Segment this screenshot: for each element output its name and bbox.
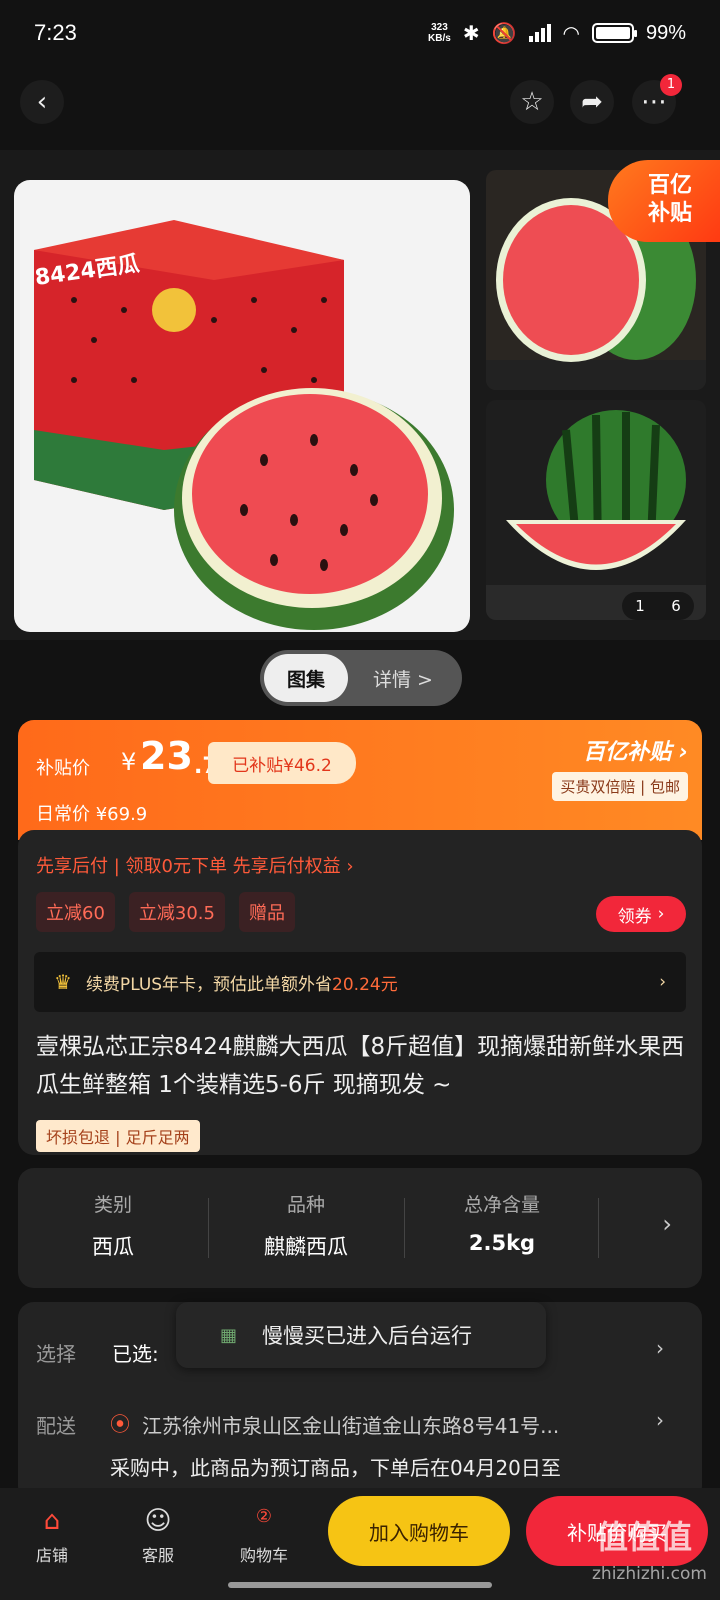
spec-category: 类别 西瓜 (18, 1190, 208, 1261)
plus-membership-bar[interactable]: ♛ 续费PLUS年卡，预估此单额外省 20.24元 › (34, 952, 686, 1012)
spec-net-weight: 总净含量 2.5kg (404, 1190, 600, 1255)
chevron-right-icon: › (659, 972, 666, 992)
chevron-right-icon[interactable]: › (656, 1408, 664, 1432)
get-coupon-button[interactable]: 领券 › (596, 896, 686, 932)
location-pin-icon: ⦿ (110, 1412, 130, 1436)
coupon-label: 领券 (617, 906, 652, 927)
pay-later-link[interactable]: 先享后付 | 领取0元下单 先享后付权益 › (36, 852, 354, 878)
status-icons: 323 KB/s ✱ 🔕 ◠ 99% (428, 21, 686, 46)
price-currency: ¥ (121, 748, 137, 776)
selected-value[interactable]: 已选: (112, 1338, 159, 1367)
bluetooth-icon: ✱ (462, 22, 480, 45)
subsidy-amount: 已补贴¥46.2 (208, 742, 356, 784)
subsidy-badge-line2: 补贴 (647, 201, 692, 226)
customer-service-button[interactable]: ☺ 客服 (118, 1506, 198, 1566)
spec-key: 总净含量 (463, 1194, 540, 1216)
crown-icon: ♛ (54, 970, 72, 994)
brand-guarantee: 买贵双倍赔 | 包邮 (552, 772, 688, 801)
shop-label: 店铺 (35, 1546, 68, 1565)
watermark-url: zhizhizhi.com (592, 1564, 707, 1584)
more-badge: 1 (660, 74, 682, 96)
mute-icon: 🔕 (491, 22, 517, 45)
service-label: 客服 (141, 1546, 174, 1565)
info-arrow-icon: › (678, 740, 688, 765)
chat-icon: ☺ (144, 1506, 172, 1536)
subsidy-badge: 百亿 补贴 (608, 160, 720, 242)
signal-icon (528, 24, 551, 42)
brand-title: 百亿补贴 (583, 740, 672, 765)
spec-key: 类别 (93, 1194, 132, 1216)
subsidy-badge-line1: 百亿 (647, 173, 692, 198)
gallery-thumb-2[interactable] (486, 400, 706, 620)
cart-count-badge: ② (255, 1506, 273, 1527)
shop-button[interactable]: ⌂ 店铺 (12, 1506, 92, 1566)
speed-unit: KB/s (428, 33, 451, 44)
spec-value: 麒麟西瓜 (264, 1235, 348, 1259)
product-gallery[interactable]: 8424西瓜 百亿 补贴 (0, 150, 720, 640)
battery-level: 99% (645, 21, 686, 44)
clock: 7:23 (34, 20, 77, 45)
chevron-right-icon: › (657, 904, 665, 924)
back-icon[interactable]: ‹ (20, 80, 64, 124)
price-label: 补贴价 (36, 758, 90, 779)
specs-card[interactable]: 类别 西瓜 品种 麒麟西瓜 总净含量 2.5kg › (18, 1168, 702, 1288)
plus-text: 续费PLUS年卡，预估此单额外省 (85, 974, 333, 995)
spec-variety: 品种 麒麟西瓜 (208, 1190, 404, 1261)
star-icon[interactable]: ☆ (510, 80, 554, 124)
home-indicator[interactable] (228, 1582, 492, 1588)
wifi-icon: ◠ (562, 22, 580, 45)
select-label: 选择 (36, 1342, 76, 1366)
shop-icon: ⌂ (43, 1506, 61, 1536)
shipping-label: 配送 (36, 1414, 76, 1438)
tab-details[interactable]: 详情 > (348, 665, 458, 692)
gift-chip[interactable]: 赠品 (238, 892, 295, 932)
spec-key: 品种 (286, 1194, 325, 1216)
more-icon[interactable]: ⋯ 1 (632, 74, 682, 124)
add-to-cart-button[interactable]: 加入购物车 (328, 1496, 510, 1566)
share-icon[interactable]: ➦ (570, 80, 614, 124)
promo-card: 先享后付 | 领取0元下单 先享后付权益 › 立减60 立减30.5 赠品 领券… (18, 830, 702, 1155)
chevron-right-icon[interactable]: › (656, 1336, 664, 1360)
discount-chips: 立减60 立减30.5 赠品 (36, 892, 295, 932)
chevron-right-icon[interactable]: › (662, 1210, 672, 1238)
price-integer: 23 (140, 734, 193, 778)
divider (598, 1198, 599, 1258)
spec-value: 西瓜 (92, 1235, 134, 1259)
discount-chip[interactable]: 立减30.5 (128, 892, 225, 932)
top-bar: ‹ ☆ ➦ ⋯ 1 (0, 74, 720, 134)
background-toast: ▦ 慢慢买已进入后台运行 (176, 1302, 546, 1368)
spec-value: 2.5kg (468, 1231, 536, 1255)
toast-text: 慢慢买已进入后台运行 (262, 1324, 472, 1348)
cart-button[interactable]: ② 购物车 (224, 1506, 304, 1566)
network-speed: 323 KB/s (428, 22, 451, 44)
plus-saving: 20.24元 (332, 974, 398, 995)
counter-current: 1 (635, 597, 645, 615)
counter-total: 6 (671, 597, 681, 615)
tab-gallery[interactable]: 图集 (264, 654, 348, 702)
speed-value: 323 (431, 22, 448, 33)
brand-subsidy[interactable]: 百亿补贴 › 买贵双倍赔 | 包邮 (552, 734, 688, 801)
main-product-image[interactable]: 8424西瓜 (14, 180, 470, 632)
cart-label: 购物车 (239, 1546, 288, 1565)
battery-icon (591, 23, 637, 43)
app-icon: ▦ (220, 1324, 238, 1346)
discount-chip[interactable]: 立减60 (36, 892, 115, 932)
image-counter: 1 6 (622, 592, 694, 620)
product-title[interactable]: 壹棵弘芯正宗8424麒麟大西瓜【8斤超值】现摘爆甜新鲜水果西瓜生鲜整箱 1个装精… (36, 1028, 686, 1104)
regular-price: 日常价 ¥69.9 (36, 804, 148, 825)
price-banner: 补贴价 ¥ 23 .7 已补贴¥46.2 日常价 ¥69.9 百亿补贴 › 买贵… (18, 720, 702, 840)
gallery-detail-switch: 图集 详情 > (260, 650, 462, 706)
presale-notice: 采购中，此商品为预订商品，下单后在04月20日至 (110, 1456, 561, 1480)
shipping-address[interactable]: 江苏徐州市泉山区金山街道金山东路8号41号... (142, 1410, 652, 1439)
service-tag[interactable]: 坏损包退 | 足斤足两 (36, 1120, 200, 1152)
status-bar: 7:23 323 KB/s ✱ 🔕 ◠ 99% (0, 0, 720, 66)
watermark-logo: 值值值 (596, 1518, 693, 1556)
